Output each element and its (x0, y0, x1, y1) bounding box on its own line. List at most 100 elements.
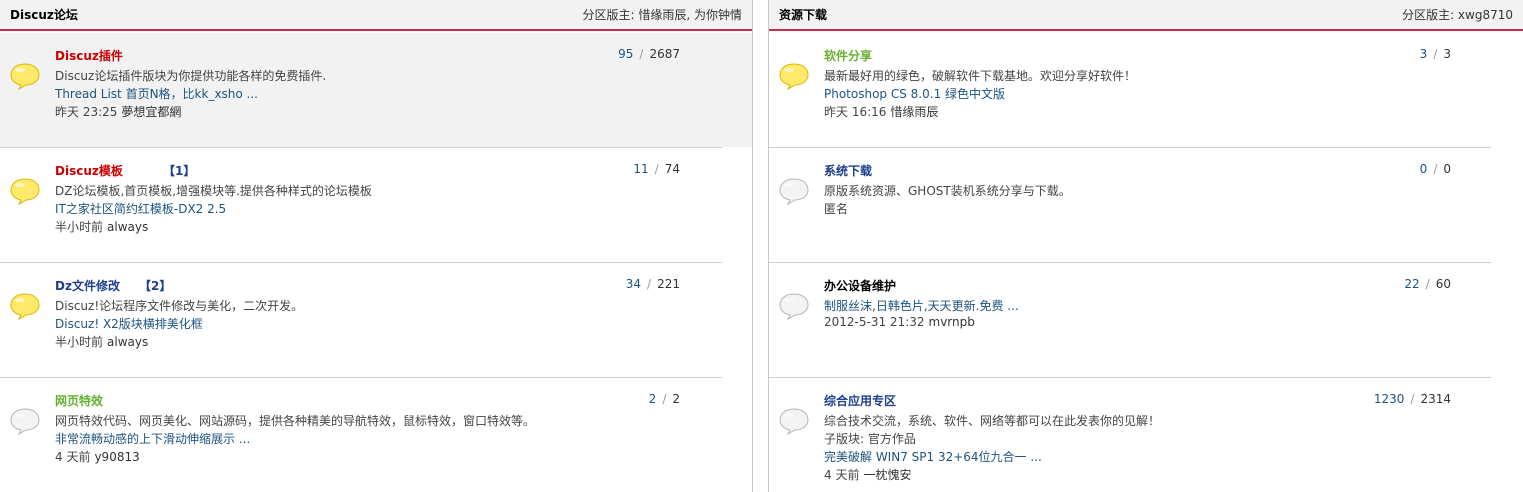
last-post-time: 半小时前 (55, 220, 104, 234)
count-separator: / (647, 277, 652, 291)
last-post-meta: 昨天 16:16 惜缘雨辰 (824, 103, 938, 120)
forum-row: 软件分享最新最好用的绿色，破解软件下载基地。欢迎分享好软件！ Photoshop … (769, 33, 1523, 147)
category-title[interactable]: Discuz论坛 (10, 6, 78, 23)
forum-description: 综合技术交流，系统、软件、网络等都可以在此发表你的见解！ (824, 414, 1161, 428)
last-post-time: 2012-5-31 21:32 (824, 315, 925, 329)
bubble-new-icon (9, 62, 41, 91)
count-separator: / (662, 392, 667, 406)
count-separator: / (1410, 392, 1415, 406)
last-post-link[interactable]: Thread List 首页N格，比kk_xsho ... (55, 85, 258, 102)
last-post-time: 昨天 23:25 (55, 105, 118, 119)
thread-count: 2 (648, 392, 657, 406)
last-post-author[interactable]: always (107, 335, 148, 349)
forum-subforums[interactable]: 子版块: 官方作品 (824, 430, 916, 447)
panel-gap (753, 0, 768, 492)
forum-name-link[interactable]: Discuz插件 (55, 47, 123, 64)
forum-category-left: Discuz论坛 分区版主: 惜缘雨辰, 为你钟情 Discuz插件 Discuz… (0, 0, 753, 492)
count-separator: / (1433, 47, 1438, 61)
forum-row: 系统下载原版系统资源、GHOST装机系统分享与下载。 匿名 0 / 0 (769, 148, 1523, 262)
forum-category-right: 资源下载 分区版主: xwg8710 软件分享最新最好用的绿色，破解软件下载基地… (768, 0, 1523, 492)
count-separator: / (639, 47, 644, 61)
category-moderators: 分区版主: xwg8710 (1402, 8, 1513, 22)
last-post-author[interactable]: 惜缘雨辰 (890, 105, 938, 119)
forum-description: DZ论坛模板,首页模板,增强模块等.提供各种样式的论坛模板 (55, 184, 372, 198)
bubble-old-icon (778, 177, 810, 206)
forum-description: 原版系统资源、GHOST装机系统分享与下载。 (824, 184, 1071, 198)
last-post-meta: 4 天前 一枕愧安 (824, 466, 911, 483)
last-post-author[interactable]: y90813 (94, 450, 139, 464)
forum-counts: 22 / 60 (1404, 277, 1451, 291)
last-post-author[interactable]: always (107, 220, 148, 234)
forum-description: 最新最好用的绿色，破解软件下载基地。欢迎分享好软件！ (824, 69, 1137, 83)
count-separator: / (1433, 162, 1438, 176)
last-post-link[interactable]: Discuz! X2版块横排美化框 (55, 315, 203, 332)
post-count: 3 (1443, 47, 1451, 61)
forum-row: 网页特效 网页特效代码、网页美化、网站源码，提供各种精美的导航特效，鼠标特效，窗口… (0, 378, 752, 492)
last-post-author[interactable]: 一枕愧安 (863, 468, 911, 482)
bubble-new-icon (9, 292, 41, 321)
last-post-time: 4 天前 (824, 468, 860, 482)
last-post-meta: 半小时前 always (55, 218, 148, 235)
bubble-old-icon (9, 407, 41, 436)
last-post-link[interactable]: 完美破解 WIN7 SP1 32+64位九合一 ... (824, 448, 1042, 465)
forum-today-posts: 【2】 (139, 279, 172, 293)
post-count: 60 (1435, 277, 1451, 291)
bubble-new-icon (9, 177, 41, 206)
forum-counts: 95 / 2687 (618, 47, 680, 61)
thread-count: 3 (1419, 47, 1428, 61)
thread-count: 0 (1419, 162, 1428, 176)
forum-today-posts: 【1】 (163, 164, 196, 178)
thread-count: 1230 (1373, 392, 1405, 406)
thread-count: 95 (618, 47, 634, 61)
post-count: 2 (672, 392, 680, 406)
post-count: 0 (1443, 162, 1451, 176)
category-title[interactable]: 资源下载 (779, 6, 827, 23)
forum-name-link[interactable]: 办公设备维护 (824, 277, 896, 294)
bubble-old-icon (778, 407, 810, 436)
thread-count: 11 (633, 162, 649, 176)
forum-counts: 3 / 3 (1420, 47, 1451, 61)
count-separator: / (1425, 277, 1430, 291)
category-header: Discuz论坛 分区版主: 惜缘雨辰, 为你钟情 (0, 0, 752, 31)
forum-counts: 34 / 221 (626, 277, 680, 291)
forum-counts: 11 / 74 (633, 162, 680, 176)
forum-row: Discuz模板 【1】 DZ论坛模板,首页模板,增强模块等.提供各种样式的论坛模板… (0, 148, 752, 262)
forum-name-link[interactable]: Dz文件修改 (55, 277, 120, 294)
forum-description: Discuz论坛插件版块为你提供功能各样的免费插件. (55, 69, 327, 83)
forum-name-link[interactable]: 网页特效 (55, 392, 103, 409)
last-post-meta: 4 天前 y90813 (55, 448, 140, 465)
last-post-link[interactable]: 制服丝沫,日韩色片,天天更新.免费 ... (824, 297, 1019, 314)
post-count: 2687 (649, 47, 680, 61)
bubble-old-icon (778, 292, 810, 321)
last-post-meta: 匿名 (824, 200, 848, 217)
last-post-time: 半小时前 (55, 335, 104, 349)
thread-count: 34 (625, 277, 642, 291)
thread-count: 22 (1404, 277, 1420, 291)
forum-counts: 1230 / 2314 (1374, 392, 1451, 406)
post-count: 74 (664, 162, 680, 176)
forum-name-link[interactable]: 系统下载 (824, 162, 872, 179)
count-separator: / (654, 162, 659, 176)
forum-counts: 2 / 2 (649, 392, 680, 406)
bubble-new-icon (778, 62, 810, 91)
last-post-link[interactable]: 非常流畅动感的上下滑动伸缩展示 ... (55, 430, 250, 447)
post-count: 221 (657, 277, 680, 291)
forum-description: Discuz!论坛程序文件修改与美化，二次开发。 (55, 299, 304, 313)
last-post-link[interactable]: IT之家社区简约红模板-DX2 2.5 (55, 200, 226, 217)
last-post-time: 昨天 16:16 (824, 105, 887, 119)
last-post-meta: 半小时前 always (55, 333, 148, 350)
last-post-time: 匿名 (824, 202, 849, 216)
forum-row: 办公设备维护制服丝沫,日韩色片,天天更新.免费 ... 2012-5-31 21:… (769, 263, 1523, 377)
post-count: 2314 (1420, 392, 1451, 406)
forum-counts: 0 / 0 (1420, 162, 1451, 176)
last-post-link[interactable]: Photoshop CS 8.0.1 绿色中文版 (824, 85, 1005, 102)
category-moderators: 分区版主: 惜缘雨辰, 为你钟情 (582, 8, 743, 22)
last-post-author[interactable]: 夢想宜都網 (121, 105, 181, 119)
last-post-meta: 2012-5-31 21:32 mvrnpb (824, 315, 975, 329)
last-post-author[interactable]: mvrnpb (929, 315, 975, 329)
forum-name-link[interactable]: Discuz模板 (55, 162, 123, 179)
forum-name-link[interactable]: 综合应用专区 (824, 392, 896, 409)
forum-row: Dz文件修改 【2】 Discuz!论坛程序文件修改与美化，二次开发。 Discuz!… (0, 263, 752, 377)
category-header: 资源下载 分区版主: xwg8710 (769, 0, 1523, 31)
forum-name-link[interactable]: 软件分享 (824, 47, 872, 64)
